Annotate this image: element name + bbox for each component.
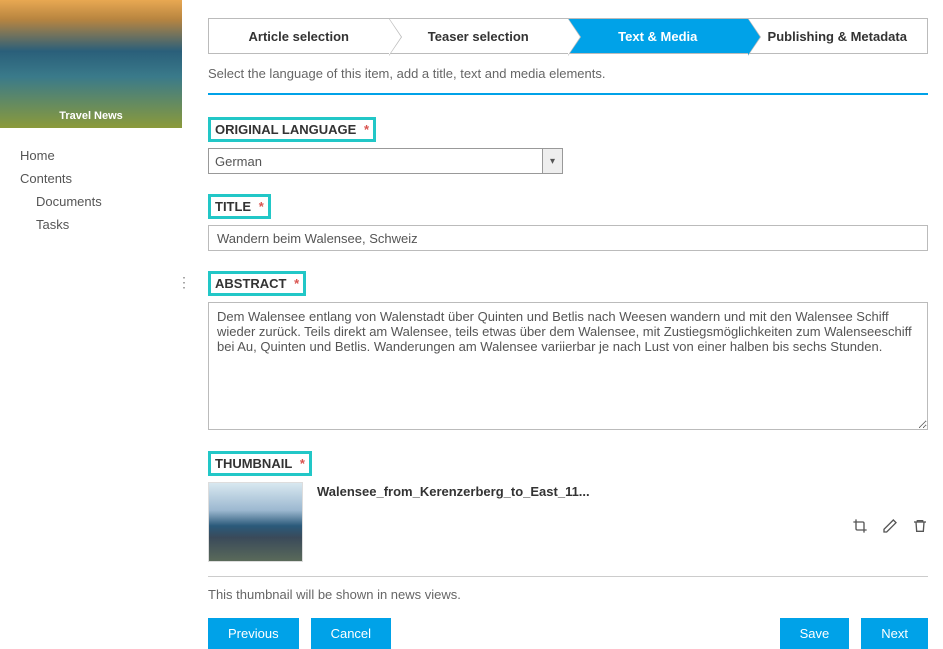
title-input[interactable] [208,225,928,251]
abstract-textarea[interactable]: Dem Walensee entlang von Walenstadt über… [208,302,928,430]
thumbnail-row: Walensee_from_Kerenzerberg_to_East_11... [208,482,928,562]
sidebar-title: Travel News [0,110,182,122]
thumbnail-filename: Walensee_from_Kerenzerberg_to_East_11... [317,482,590,499]
wizard-step-teaser-selection[interactable]: Teaser selection [389,19,569,53]
required-marker: * [259,199,264,214]
previous-button[interactable]: Previous [208,618,299,649]
label-title-highlight: TITLE * [208,194,271,219]
required-marker: * [364,122,369,137]
required-marker: * [300,456,305,471]
sidebar-item-tasks[interactable]: Tasks [20,213,182,236]
label-abstract: ABSTRACT [211,274,291,293]
sidebar-item-documents[interactable]: Documents [20,190,182,213]
main-content: Article selection Teaser selection Text … [208,0,928,649]
instruction-text: Select the language of this item, add a … [208,66,928,81]
required-marker: * [294,276,299,291]
sidebar-item-contents[interactable]: Contents [20,167,182,190]
sidebar: Travel News Home Contents Documents Task… [0,0,182,631]
thumbnail-preview[interactable] [208,482,303,562]
trash-icon[interactable] [912,518,928,534]
cancel-button[interactable]: Cancel [311,618,391,649]
sidebar-resize-handle[interactable]: ⋮ [177,280,191,284]
wizard-step-publishing-metadata[interactable]: Publishing & Metadata [748,19,928,53]
wizard-steps: Article selection Teaser selection Text … [208,18,928,54]
next-button[interactable]: Next [861,618,928,649]
divider-blue [208,93,928,95]
save-button[interactable]: Save [780,618,850,649]
sidebar-nav: Home Contents Documents Tasks [0,128,182,236]
label-original-language-highlight: ORIGINAL LANGUAGE * [208,117,376,142]
divider-gray [208,576,928,577]
crop-icon[interactable] [852,518,868,534]
sidebar-item-home[interactable]: Home [20,144,182,167]
label-title: TITLE [211,197,255,216]
thumbnail-note: This thumbnail will be shown in news vie… [208,587,928,602]
edit-icon[interactable] [882,518,898,534]
button-bar: Previous Cancel Save Next [208,618,928,649]
label-thumbnail-highlight: THUMBNAIL * [208,451,312,476]
label-original-language: ORIGINAL LANGUAGE [211,120,360,139]
label-thumbnail: THUMBNAIL [211,454,296,473]
wizard-step-article-selection[interactable]: Article selection [209,19,389,53]
label-abstract-highlight: ABSTRACT * [208,271,306,296]
language-select[interactable]: German [208,148,563,174]
wizard-step-text-media[interactable]: Text & Media [568,19,748,53]
sidebar-header-image: Travel News [0,0,182,128]
